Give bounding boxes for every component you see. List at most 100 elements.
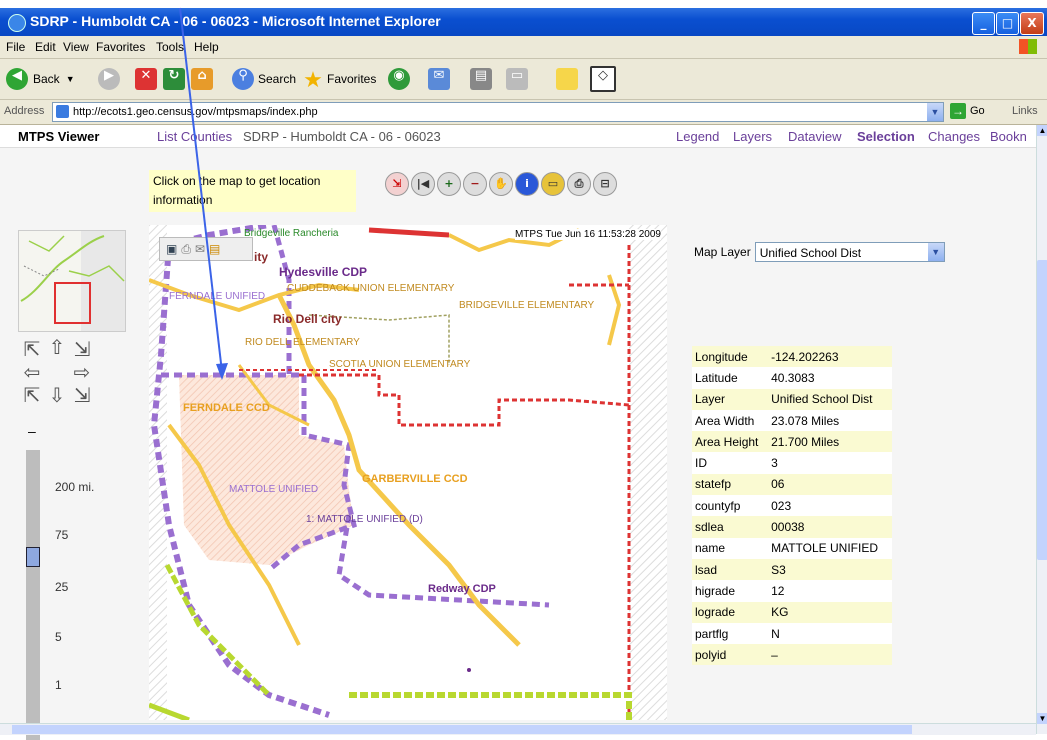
messenger-button[interactable]: ◇ [590,65,616,93]
changes-link[interactable]: Changes [928,129,980,144]
identify-info-icon[interactable]: i [515,172,539,196]
zoom-slider-track[interactable] [26,450,40,740]
list-counties-link[interactable]: List Counties [157,129,232,144]
scroll-up-icon[interactable]: ▲ [1037,125,1047,136]
menu-tools[interactable]: Tools [156,40,184,54]
favorites-label: Favorites [327,72,377,86]
edit-button[interactable]: ▭ [506,65,528,93]
print-button[interactable]: ▤ [470,65,492,93]
back-dropdown-icon[interactable]: ▼ [66,74,75,84]
horizontal-scrollbar[interactable] [0,723,1036,735]
info-row: polyid – [692,644,892,666]
pan-southwest-icon[interactable]: ⇱ [20,383,44,407]
measure-icon[interactable]: ▭ [541,172,565,196]
previous-extent-icon[interactable]: |◀ [411,172,435,196]
overview-minimap[interactable] [18,230,126,332]
info-key: Layer [692,388,769,410]
links-button[interactable]: Links [1012,105,1038,117]
menu-help[interactable]: Help [194,40,219,54]
email-map-icon[interactable]: ✉ [195,242,205,256]
pan-west-icon[interactable]: ⇦ [20,360,44,384]
mail-button[interactable]: ✉ [428,65,450,93]
clear-icon[interactable]: ⊟ [593,172,617,196]
scale-label-75: 75 [55,528,69,542]
map-layer-value: Unified School Dist [759,246,862,260]
map-label-garberville-ccd: GARBERVILLE CCD [362,473,468,485]
search-label: Search [258,72,297,86]
zoom-out-icon[interactable]: − [463,172,487,196]
info-key: ID [692,452,769,474]
menu-edit[interactable]: Edit [35,40,56,54]
discuss-button[interactable] [556,65,578,93]
close-button[interactable]: X [1020,12,1044,35]
mail-icon: ✉ [428,68,450,90]
pan-east-icon[interactable]: ⇨ [70,360,94,384]
bookmarks-link[interactable]: Bookn [990,129,1027,144]
pan-northeast-icon[interactable]: ⇲ [70,337,94,361]
favorites-button[interactable]: ★ Favorites [302,65,376,93]
info-row: ID 3 [692,452,892,474]
zoom-minus-button[interactable]: – [28,423,36,439]
legend-link[interactable]: Legend [676,129,719,144]
minimize-button[interactable]: _ [972,12,995,35]
save-icon[interactable]: ▣ [166,242,177,256]
maximize-button[interactable]: □ [996,12,1019,35]
info-row: lograde KG [692,601,892,623]
menu-file[interactable]: File [6,40,25,54]
scroll-down-icon[interactable]: ▼ [1037,713,1047,724]
menu-favorites[interactable]: Favorites [96,40,145,54]
info-value: Unified School Dist [768,388,892,410]
info-row: statefp 06 [692,473,892,496]
zoom-in-icon[interactable]: + [437,172,461,196]
map-timestamp: MTPS Tue Jun 16 11:53:28 2009 [514,229,661,240]
layers-link[interactable]: Layers [733,129,772,144]
map-label-rio-dell-city: Rio Dell city [273,312,342,326]
vertical-scrollbar[interactable]: ▲ ▼ [1036,125,1047,734]
browser-toolbar: ◀ Back ▼ ▶ ✕ ↻ ⌂ ⚲ Search ★ Favorites ◉ … [0,59,1047,100]
zoom-extent-icon[interactable]: ⇲ [385,172,409,196]
map-label-redway: Redway CDP [428,583,496,595]
address-url: http://ecots1.geo.census.gov/mtpsmaps/in… [73,106,318,118]
windows-logo-icon [1019,39,1037,54]
selection-link[interactable]: Selection [857,129,915,144]
dataview-link[interactable]: Dataview [788,129,841,144]
window-title: SDRP - Humboldt CA - 06 - 06023 - Micros… [30,13,441,29]
search-button[interactable]: ⚲ Search [232,65,296,93]
info-value: 21.700 Miles [768,431,892,453]
forward-arrow-icon: ▶ [98,68,120,90]
menu-bar: File Edit View Favorites Tools Help [0,36,1047,59]
info-key: Area Height [692,431,769,453]
pan-south-icon[interactable]: ⇩ [45,383,69,407]
stop-icon: ✕ [135,68,157,90]
stop-button[interactable]: ✕ [135,65,157,93]
menu-view[interactable]: View [63,40,89,54]
horizontal-scroll-thumb[interactable] [12,725,912,734]
home-button[interactable]: ⌂ [191,65,213,93]
media-button[interactable]: ◉ [388,65,410,93]
address-dropdown-icon[interactable]: ▼ [927,103,943,121]
address-label: Address [4,105,45,117]
info-key: Latitude [692,367,769,389]
address-field[interactable]: http://ecots1.geo.census.gov/mtpsmaps/in… [52,102,944,122]
map-layer-select[interactable]: Unified School Dist ▼ [754,242,945,262]
vertical-scroll-thumb[interactable] [1037,260,1047,560]
export-image-icon[interactable]: ▤ [209,242,220,256]
pan-north-icon[interactable]: ⇧ [45,335,69,359]
forward-button[interactable]: ▶ [98,65,120,93]
map-layer-dropdown-icon[interactable]: ▼ [927,243,944,261]
pan-hand-icon[interactable]: ✋ [489,172,513,196]
map-label-city: ity [254,250,269,264]
refresh-button[interactable]: ↻ [163,65,185,93]
info-row: countyfp 023 [692,495,892,517]
zoom-slider-thumb[interactable] [26,547,40,567]
print-icon[interactable]: ⎙ [567,172,591,196]
map-canvas[interactable]: Bridgeville Rancheria Hydesville CDP ity… [149,225,667,720]
info-value: S3 [768,558,892,581]
back-button[interactable]: ◀ Back ▼ [6,65,75,93]
go-button[interactable]: → Go [950,103,985,119]
pan-northwest-icon[interactable]: ⇱ [20,337,44,361]
pan-southeast-icon[interactable]: ⇲ [70,383,94,407]
window-title-bar[interactable]: SDRP - Humboldt CA - 06 - 06023 - Micros… [0,8,1047,36]
print-map-icon[interactable]: ⎙ [181,242,191,257]
info-row: Area Width 23.078 Miles [692,409,892,432]
